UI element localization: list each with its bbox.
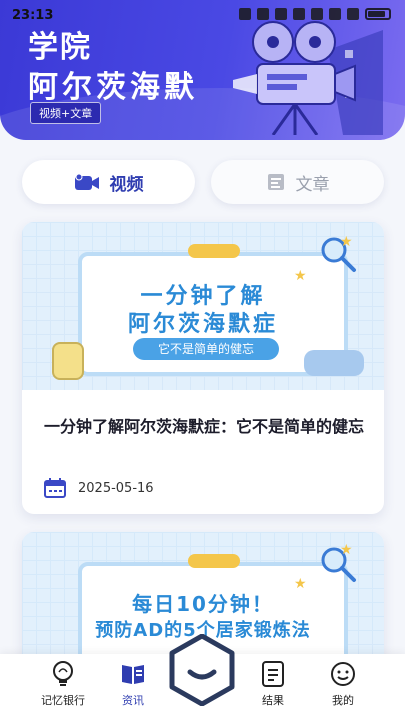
nav-item-news[interactable]: 资讯 — [98, 658, 168, 716]
nav-label: 资讯 — [122, 694, 144, 707]
thumbnail-clip — [188, 244, 240, 258]
nav-item-results[interactable]: 结果 — [238, 658, 308, 716]
thumbnail-pill: 它不是简单的健忘 — [133, 338, 279, 360]
star-icon: ★ — [340, 234, 353, 250]
calendar-icon — [44, 478, 66, 498]
lightbulb-icon — [53, 661, 73, 686]
video-camera-icon — [74, 173, 99, 190]
thumbnail-line1: 每日10分钟！ — [132, 592, 274, 616]
battery-icon — [365, 8, 391, 20]
content-tabs: 视频 文章 — [22, 160, 384, 204]
eye-icon — [239, 8, 251, 20]
video-card[interactable]: ★ ★ 一分钟了解 阿尔茨海默症 它不是简单的健忘 一分钟了解阿尔茨海默症：它不… — [22, 222, 384, 514]
wifi-icon — [329, 8, 341, 20]
nav-label: 记忆银行 — [41, 694, 85, 707]
alarm-icon — [275, 8, 287, 20]
tab-article-label: 文章 — [295, 174, 330, 195]
status-time: 23:13 — [12, 8, 54, 23]
document-icon — [262, 661, 284, 687]
mute-icon — [311, 8, 323, 20]
nav-label: 我的 — [332, 694, 354, 707]
pill-bottle-icon — [52, 342, 84, 380]
nav-label: 结果 — [262, 694, 284, 707]
bluetooth-icon — [293, 8, 305, 20]
tab-article[interactable]: 文章 — [211, 160, 384, 204]
face-mask-icon — [304, 350, 364, 376]
article-icon — [267, 174, 284, 190]
thumbnail-clip — [188, 554, 240, 568]
film-projector-icon — [233, 21, 383, 135]
header-tag: 视频+文章 — [30, 102, 102, 124]
card-date-row: 2025-05-16 — [44, 478, 154, 498]
card-title: 一分钟了解阿尔茨海默症：它不是简单的健忘 — [44, 417, 365, 436]
tab-video[interactable]: 视频 — [22, 160, 195, 204]
thumbnail-line2: 阿尔茨海默症 — [127, 312, 278, 337]
video-thumbnail: ★ ★ 一分钟了解 阿尔茨海默症 它不是简单的健忘 — [22, 222, 384, 390]
signal-icon — [347, 8, 359, 20]
smile-icon — [331, 662, 355, 686]
nav-item-memory-bank[interactable]: 记忆银行 — [28, 658, 98, 716]
header-title-line1: 学院 — [28, 30, 92, 65]
book-icon — [122, 665, 144, 684]
card-date: 2025-05-16 — [78, 480, 154, 496]
home-hexagon-icon[interactable] — [168, 634, 236, 706]
nav-item-profile[interactable]: 我的 — [308, 658, 378, 716]
header-title-line2: 阿尔茨海默 — [28, 70, 198, 105]
star-icon: ★ — [340, 542, 353, 558]
status-icons — [239, 8, 391, 20]
nfc-icon — [257, 8, 269, 20]
header-banner: 23:13 学院 阿尔茨海默 视频+文章 — [0, 0, 405, 140]
tab-video-label: 视频 — [109, 174, 144, 195]
